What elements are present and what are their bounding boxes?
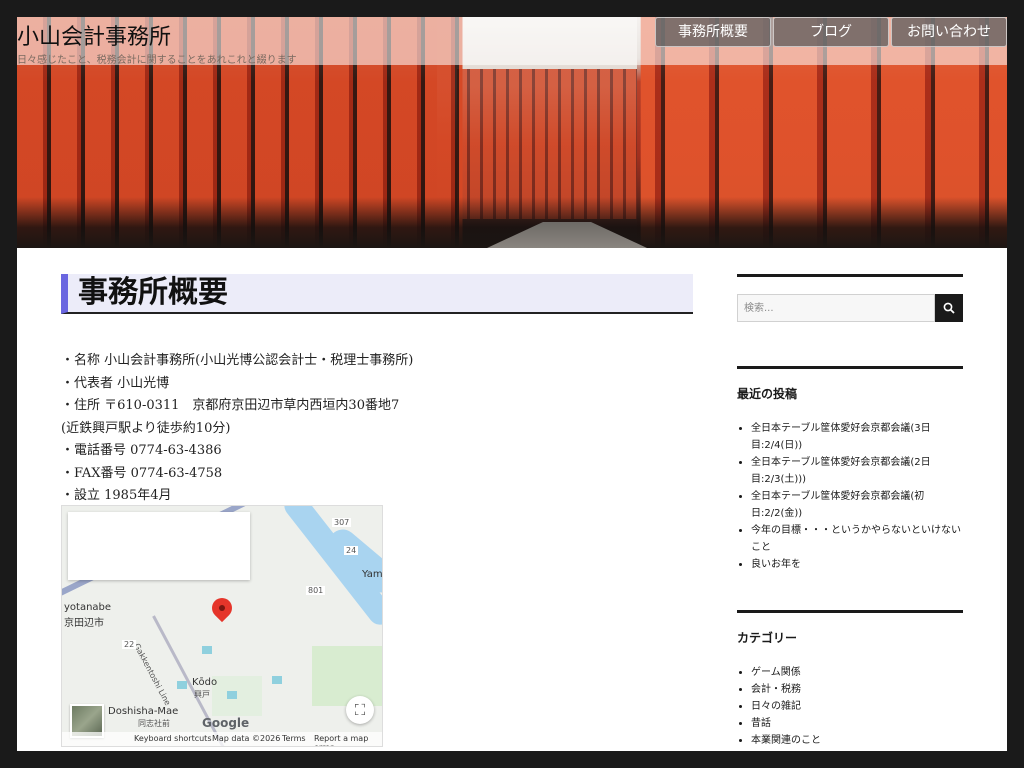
page: 小山会計事務所 日々感じたこと、税務会計に関することをあれこれと綴ります 事務所… [17, 17, 1007, 751]
main-content: 事務所概要 ・名称 小山会計事務所(小山光博公認会計士・税理士事務所) ・代表者… [61, 274, 693, 747]
map-building [202, 646, 212, 654]
category-link[interactable]: 日々の雑記 [751, 698, 963, 715]
recent-posts-title: 最近の投稿 [737, 387, 798, 401]
map-building [272, 676, 282, 684]
map-marker-icon[interactable] [207, 593, 237, 623]
map-route-shield: 801 [306, 586, 326, 595]
recent-post-link[interactable]: 全日本テーブル筐体愛好会京都会議(2日目:2/3(土))) [751, 454, 963, 488]
map-building [227, 691, 237, 699]
map-place-card[interactable] [68, 512, 250, 580]
search-button[interactable] [935, 294, 963, 322]
map-label: 京田辺市 [64, 618, 104, 629]
info-fax: ・FAX番号 0774-63-4758 [61, 465, 223, 481]
map-keyboard-shortcuts[interactable]: Keyboard shortcuts [134, 734, 211, 743]
category-link[interactable]: 会計・税務 [751, 681, 963, 698]
map-report-link[interactable]: Report a map error [314, 734, 382, 746]
office-info: ・名称 小山会計事務所(小山光博公認会計士・税理士事務所) ・代表者 小山光博 … [61, 350, 693, 508]
recent-post-link[interactable]: 今年の目標・・・というかやらないといけないこと [751, 522, 963, 556]
map-label: Gakkentoshi Line [132, 642, 173, 707]
google-logo: Google [202, 716, 250, 730]
map-building [177, 681, 187, 689]
nav-item-contact[interactable]: お問い合わせ [891, 17, 1007, 47]
page-title: 事務所概要 [61, 274, 693, 314]
recent-post-link[interactable]: 良いお年を [751, 556, 963, 573]
search-input[interactable] [737, 294, 935, 322]
map-data-credit: Map data ©2026 [212, 734, 281, 743]
nav-item-blog[interactable]: ブログ [773, 17, 889, 47]
sidebar: 最近の投稿 全日本テーブル筐体愛好会京都会議(3日目:2/4(日)) 全日本テー… [737, 274, 963, 749]
map-label: yotanabe [64, 602, 112, 613]
info-representative: ・代表者 小山光博 [61, 375, 170, 391]
map-label: Yam [362, 569, 383, 580]
info-name: ・名称 小山会計事務所(小山光博公認会計士・税理士事務所) [61, 353, 414, 368]
info-access: (近鉄興戸駅より徒歩約10分) [61, 420, 231, 436]
map-label: Kōdo [192, 677, 218, 688]
recent-posts-widget: 最近の投稿 全日本テーブル筐体愛好会京都会議(3日目:2/4(日)) 全日本テー… [737, 366, 963, 573]
recent-post-link[interactable]: 全日本テーブル筐体愛好会京都会議(3日目:2/4(日)) [751, 420, 963, 454]
google-map[interactable]: yotanabe 京田辺市 Yam Kōdo 興戸 Doshisha-Mae 同… [61, 505, 383, 747]
category-link[interactable]: ゲーム関係 [751, 664, 963, 681]
nav-item-about[interactable]: 事務所概要 [655, 17, 771, 47]
main-nav: 事務所概要 ブログ お問い合わせ [653, 17, 1007, 47]
info-address: ・住所 〒610-0311 京都府京田辺市草内西垣内30番地7 [61, 398, 400, 413]
map-green-area [212, 676, 262, 716]
header-banner: 小山会計事務所 日々感じたこと、税務会計に関することをあれこれと綴ります 事務所… [17, 17, 1007, 248]
info-phone: ・電話番号 0774-63-4386 [61, 443, 222, 458]
map-footer: Keyboard shortcuts Map data ©2026 Terms … [62, 732, 382, 746]
search-widget [737, 274, 963, 322]
map-route-shield: 24 [344, 546, 359, 555]
map-terms-link[interactable]: Terms [282, 734, 306, 743]
site-title[interactable]: 小山会計事務所 [17, 19, 171, 51]
categories-title: カテゴリー [737, 631, 798, 645]
map-label: Doshisha-Mae [108, 706, 179, 717]
map-green-area [312, 646, 382, 706]
search-icon [943, 302, 955, 314]
category-link[interactable]: 昔話 [751, 715, 963, 732]
categories-widget: カテゴリー ゲーム関係 会計・税務 日々の雑記 昔話 本業関連のこと [737, 610, 963, 749]
map-route-shield: 307 [332, 518, 352, 527]
fullscreen-icon[interactable]: ⛶ [346, 696, 374, 724]
map-route-shield: 22 [122, 640, 137, 649]
map-label: 興戸 [194, 690, 210, 699]
category-link[interactable]: 本業関連のこと [751, 732, 963, 749]
map-label: 同志社前 [138, 719, 170, 728]
site-tagline: 日々感じたこと、税務会計に関することをあれこれと綴ります [17, 55, 297, 66]
recent-post-link[interactable]: 全日本テーブル筐体愛好会京都会議(初日:2/2(金)) [751, 488, 963, 522]
